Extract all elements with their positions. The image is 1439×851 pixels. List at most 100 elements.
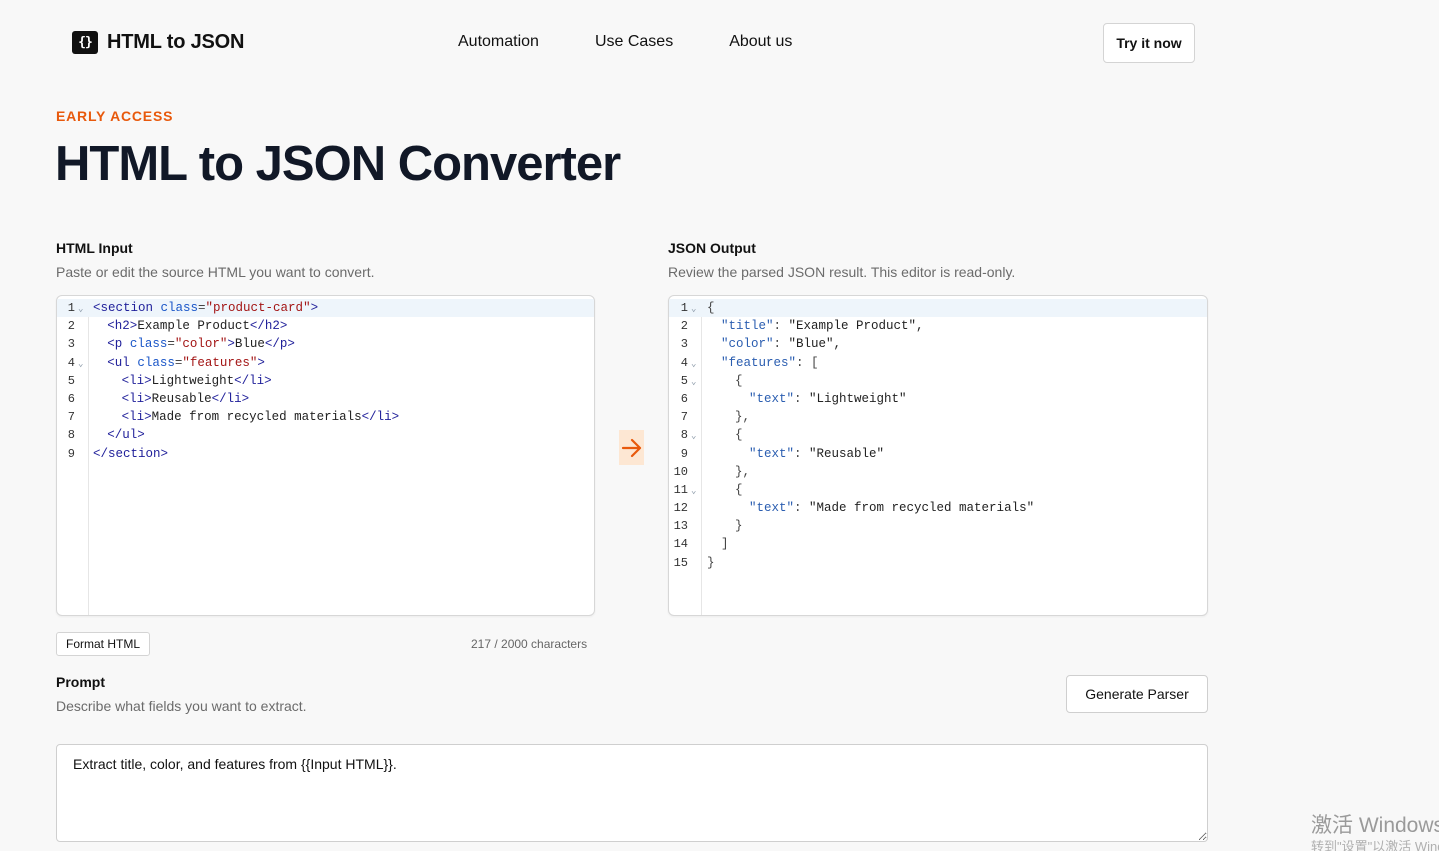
code-token: "product-card" — [205, 301, 311, 315]
code-text: { — [707, 299, 715, 317]
code-text: <h2>Example Product</h2> — [107, 317, 287, 335]
code-token: <ul — [107, 355, 138, 370]
code-line[interactable]: 13} — [669, 517, 1207, 535]
line-number: 9 — [680, 446, 688, 461]
chevron-down-icon[interactable]: ⌄ — [691, 355, 696, 373]
json-output-label: JSON Output — [668, 240, 756, 256]
chevron-down-icon[interactable]: ⌄ — [691, 427, 696, 445]
chevron-down-icon[interactable]: ⌄ — [691, 373, 696, 391]
code-token: <h2> — [107, 319, 138, 334]
code-text: </ul> — [107, 426, 145, 444]
chevron-down-icon[interactable]: ⌄ — [691, 482, 696, 500]
code-line[interactable]: 6 "text": "Lightweight" — [669, 390, 1207, 408]
code-line[interactable]: 4 ⌄ <ul class="features"> — [57, 354, 594, 372]
code-text: } — [707, 554, 715, 572]
code-text: }, — [735, 463, 750, 481]
code-text: <p class="color">Blue</p> — [107, 335, 295, 353]
main-nav: Automation Use Cases About us — [458, 33, 792, 51]
prompt-textarea[interactable]: Extract title, color, and features from … — [56, 744, 1208, 842]
code-line[interactable]: 1 ⌄ { — [669, 299, 1207, 318]
code-token: } — [735, 519, 743, 534]
code-token: </p> — [264, 337, 295, 352]
code-text: "text": "Lightweight" — [749, 390, 907, 408]
code-token: "color" — [721, 337, 774, 352]
activation-watermark-subtitle: 转到"设置"以激活 Windows。 — [1311, 839, 1439, 851]
code-text: { — [735, 481, 743, 499]
code-line[interactable]: 5 <li>Lightweight</li> — [57, 372, 594, 390]
code-token: "text" — [749, 501, 795, 516]
code-text: <li>Made from recycled materials</li> — [122, 408, 400, 426]
code-line[interactable]: 2 "title": "Example Product", — [669, 317, 1207, 335]
nav-link-automation[interactable]: Automation — [458, 33, 539, 51]
line-number: 1 — [67, 301, 75, 315]
logo-text: HTML to JSON — [107, 31, 245, 53]
code-token: class — [160, 301, 199, 315]
code-text: </section> — [93, 445, 168, 463]
code-line[interactable]: 7}, — [669, 408, 1207, 426]
code-line[interactable]: 9 "text": "Reusable" — [669, 445, 1207, 463]
nav-link-about-us[interactable]: About us — [729, 33, 792, 51]
code-text: } — [735, 517, 743, 535]
code-token: "Example Product", — [788, 319, 924, 334]
try-it-now-button[interactable]: Try it now — [1103, 23, 1195, 63]
code-line[interactable]: 3 "color": "Blue", — [669, 335, 1207, 353]
chevron-down-icon[interactable]: ⌄ — [78, 355, 83, 373]
code-text: <ul class="features"> — [107, 354, 265, 372]
format-html-button[interactable]: Format HTML — [56, 632, 150, 656]
chevron-down-icon[interactable]: ⌄ — [78, 300, 83, 318]
code-token: </section> — [93, 446, 169, 461]
code-token: Example Product — [137, 319, 250, 334]
code-line[interactable]: 14] — [669, 535, 1207, 553]
code-token: "title" — [721, 319, 774, 334]
code-line[interactable]: 2 <h2>Example Product</h2> — [57, 317, 594, 335]
line-number: 6 — [67, 391, 75, 406]
code-line[interactable]: 3 <p class="color">Blue</p> — [57, 335, 594, 353]
code-line[interactable]: 5 ⌄ { — [669, 372, 1207, 390]
code-token: { — [735, 482, 743, 497]
line-number: 8 — [67, 428, 75, 443]
code-line[interactable]: 7 <li>Made from recycled materials</li> — [57, 408, 594, 426]
code-token: { — [707, 301, 715, 315]
code-token: > — [227, 337, 235, 352]
code-line[interactable]: 12 "text": "Made from recycled materials" — [669, 499, 1207, 517]
code-text: "color": "Blue", — [721, 335, 841, 353]
code-token: <li> — [121, 391, 152, 406]
code-text: }, — [735, 408, 750, 426]
code-token: > — [310, 301, 319, 315]
code-line[interactable]: 8 ⌄ { — [669, 426, 1207, 444]
code-token: Made from recycled materials — [151, 410, 362, 425]
code-token: Blue — [234, 337, 265, 352]
code-token: <li> — [121, 410, 152, 425]
chevron-down-icon[interactable]: ⌄ — [691, 300, 696, 318]
code-line[interactable]: 9 </section> — [57, 445, 594, 463]
code-token: }, — [735, 410, 751, 425]
code-text: <li>Reusable</li> — [122, 390, 250, 408]
code-line[interactable]: 11 ⌄ { — [669, 481, 1207, 499]
code-token: </ul> — [107, 428, 145, 443]
code-line[interactable]: 10}, — [669, 463, 1207, 481]
line-number: 2 — [67, 319, 75, 334]
json-output-editor[interactable]: 1 ⌄{2 "title": "Example Product", 3 "color":… — [668, 295, 1208, 616]
code-token: "Reusable" — [809, 446, 885, 461]
braces-logo-icon: {} — [72, 31, 98, 54]
code-text: "title": "Example Product", — [721, 317, 924, 335]
code-line[interactable]: 8 </ul> — [57, 426, 594, 444]
logo[interactable]: {} HTML to JSON — [72, 31, 244, 54]
early-access-label: EARLY ACCESS — [56, 108, 174, 124]
generate-parser-button[interactable]: Generate Parser — [1066, 675, 1208, 713]
line-number: 7 — [67, 410, 75, 425]
code-token: : — [773, 337, 789, 352]
nav-link-use-cases[interactable]: Use Cases — [595, 33, 673, 51]
code-token: : — [773, 319, 789, 334]
code-line[interactable]: 15} — [669, 554, 1207, 572]
code-token: } — [707, 555, 715, 570]
code-line[interactable]: 4 ⌄ "features": [ — [669, 354, 1207, 372]
code-text: { — [735, 426, 743, 444]
line-number: 6 — [680, 391, 688, 406]
code-token: "text" — [749, 391, 795, 406]
page-title: HTML to JSON Converter — [55, 137, 621, 191]
line-number: 12 — [673, 501, 688, 516]
code-line[interactable]: 1 ⌄ <section class="product-card"> — [57, 299, 594, 318]
html-input-editor[interactable]: 1 ⌄ <section class="product-card"> 2 <h2>Exa… — [56, 295, 595, 616]
code-line[interactable]: 6 <li>Reusable</li> — [57, 390, 594, 408]
